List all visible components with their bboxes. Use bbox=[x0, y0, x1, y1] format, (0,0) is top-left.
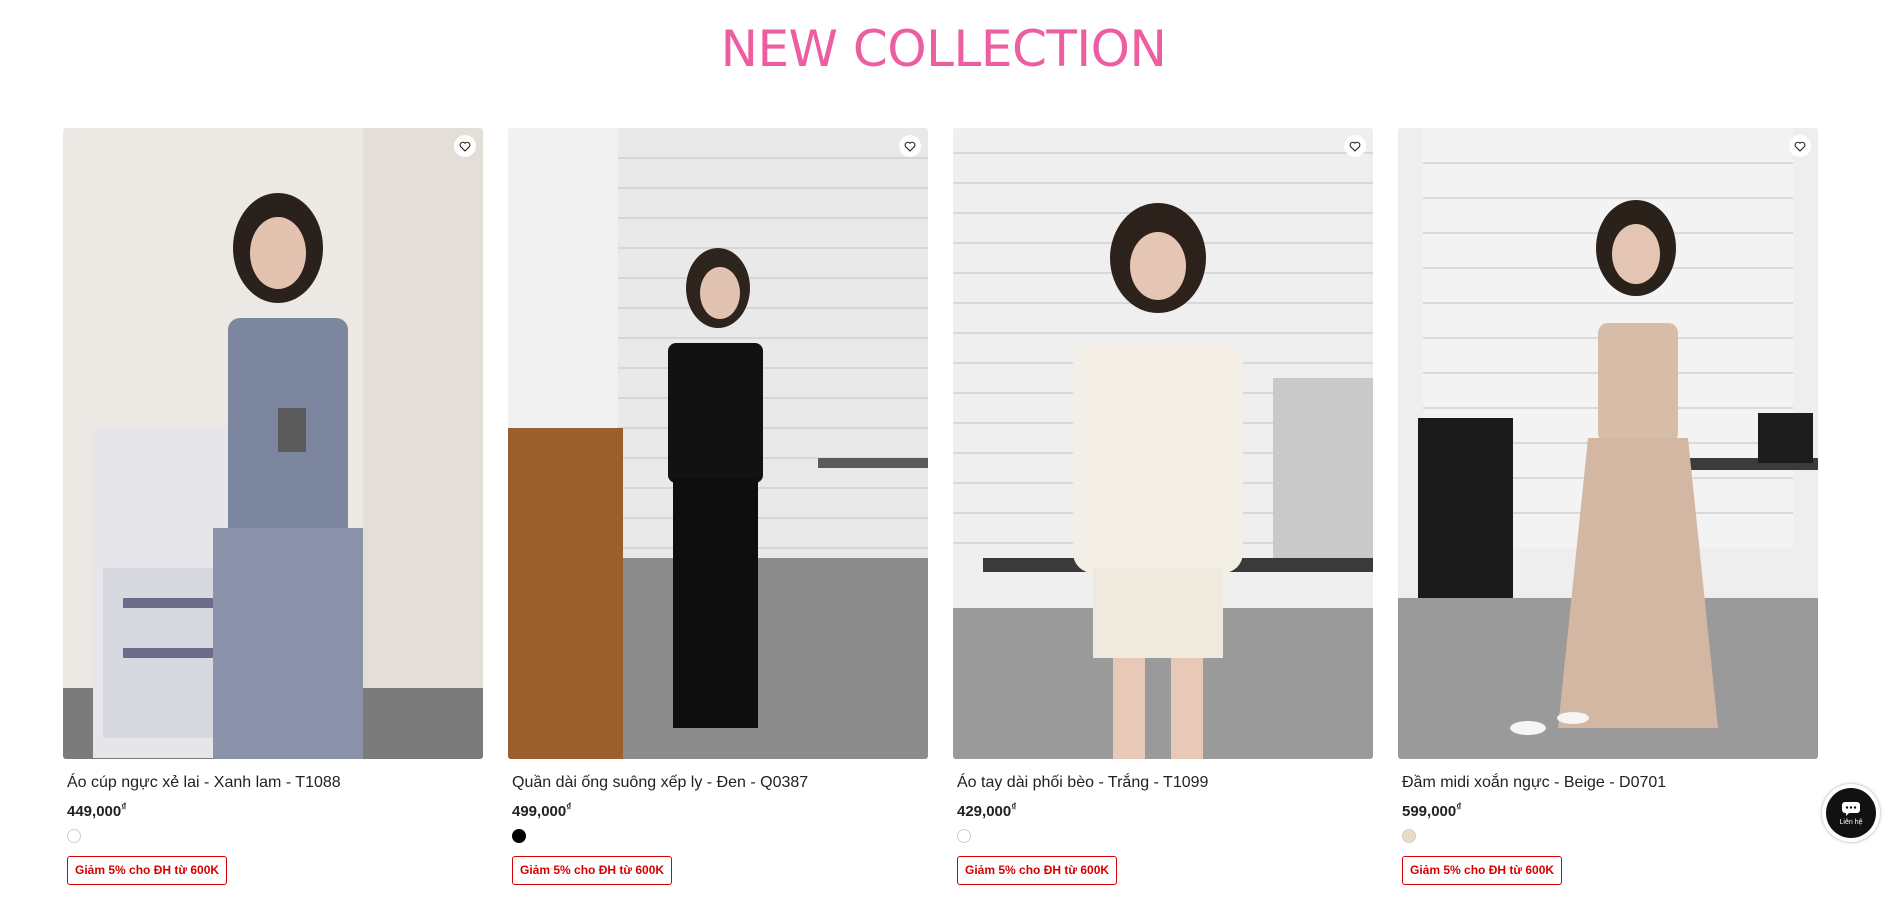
product-name[interactable]: Áo cúp ngực xẻ lai - Xanh lam - T1088 bbox=[67, 773, 479, 792]
product-image[interactable] bbox=[953, 128, 1373, 759]
product-name[interactable]: Quần dài ống suông xếp ly - Đen - Q0387 bbox=[512, 773, 924, 792]
product-grid: Áo cúp ngực xẻ lai - Xanh lam - T1088 44… bbox=[63, 128, 1818, 885]
product-image[interactable] bbox=[1398, 128, 1818, 759]
product-photo bbox=[508, 128, 928, 759]
chat-widget-label: Liên hệ bbox=[1839, 818, 1863, 826]
promo-badge: Giảm 5% cho ĐH từ 600K bbox=[512, 856, 673, 885]
price-value: 449,000 bbox=[67, 803, 122, 821]
product-card[interactable]: Áo cúp ngực xẻ lai - Xanh lam - T1088 44… bbox=[63, 128, 483, 885]
chat-widget-inner: Liên hệ bbox=[1826, 788, 1876, 838]
wishlist-button[interactable] bbox=[1344, 135, 1366, 157]
color-swatches bbox=[67, 829, 479, 845]
price-value: 599,000 bbox=[1402, 803, 1457, 821]
product-photo bbox=[953, 128, 1373, 759]
heart-outline-icon bbox=[904, 141, 916, 152]
price-value: 429,000 bbox=[957, 803, 1012, 821]
price-value: 499,000 bbox=[512, 803, 567, 821]
product-card[interactable]: Áo tay dài phối bèo - Trắng - T1099 429,… bbox=[953, 128, 1373, 885]
color-swatch[interactable] bbox=[1402, 829, 1416, 844]
product-price: 429,000₫ bbox=[957, 802, 1369, 821]
currency-symbol: ₫ bbox=[1456, 802, 1462, 814]
color-swatches bbox=[1402, 829, 1814, 845]
product-price: 449,000₫ bbox=[67, 802, 479, 821]
wishlist-button[interactable] bbox=[899, 135, 921, 157]
wishlist-button[interactable] bbox=[454, 135, 476, 157]
product-image[interactable] bbox=[63, 128, 483, 759]
chat-bubble-icon bbox=[1842, 801, 1860, 816]
wishlist-button[interactable] bbox=[1789, 135, 1811, 157]
product-photo bbox=[63, 128, 483, 759]
product-price: 599,000₫ bbox=[1402, 802, 1814, 821]
color-swatch[interactable] bbox=[512, 829, 526, 844]
product-card[interactable]: Quần dài ống suông xếp ly - Đen - Q0387 … bbox=[508, 128, 928, 885]
product-image[interactable] bbox=[508, 128, 928, 759]
heart-outline-icon bbox=[1794, 141, 1806, 152]
section-title: NEW COLLECTION bbox=[720, 20, 1167, 78]
heart-outline-icon bbox=[459, 141, 471, 152]
color-swatch[interactable] bbox=[67, 829, 81, 844]
product-name[interactable]: Đầm midi xoắn ngực - Beige - D0701 bbox=[1402, 773, 1814, 792]
currency-symbol: ₫ bbox=[566, 802, 572, 814]
color-swatches bbox=[512, 829, 924, 845]
product-card[interactable]: Đầm midi xoắn ngực - Beige - D0701 599,0… bbox=[1398, 128, 1818, 885]
product-photo bbox=[1398, 128, 1818, 759]
currency-symbol: ₫ bbox=[1011, 802, 1017, 814]
product-name[interactable]: Áo tay dài phối bèo - Trắng - T1099 bbox=[957, 773, 1369, 792]
currency-symbol: ₫ bbox=[121, 802, 127, 814]
promo-badge: Giảm 5% cho ĐH từ 600K bbox=[957, 856, 1118, 885]
promo-badge: Giảm 5% cho ĐH từ 600K bbox=[1402, 856, 1563, 885]
chat-widget-button[interactable]: Liên hệ bbox=[1822, 784, 1880, 842]
promo-badge: Giảm 5% cho ĐH từ 600K bbox=[67, 856, 228, 885]
heart-outline-icon bbox=[1349, 141, 1361, 152]
color-swatch[interactable] bbox=[957, 829, 971, 844]
color-swatches bbox=[957, 829, 1369, 845]
product-price: 499,000₫ bbox=[512, 802, 924, 821]
